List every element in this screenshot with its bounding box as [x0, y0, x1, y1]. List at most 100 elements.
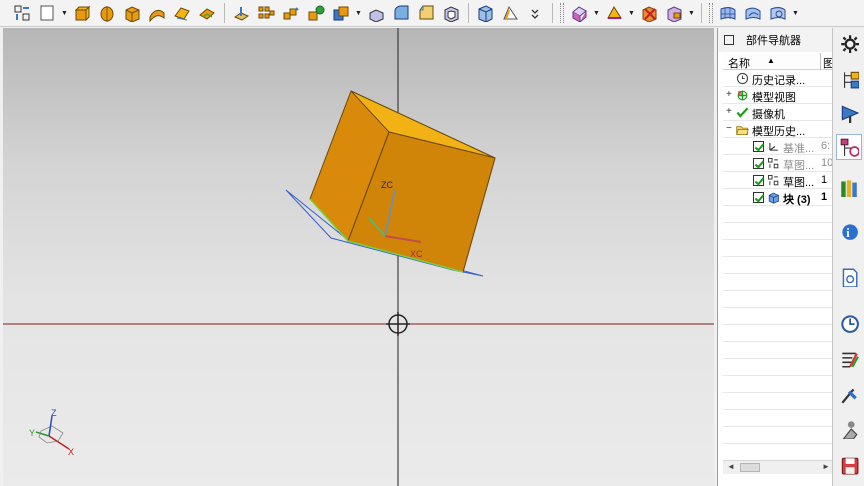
triad-y-label: Y [29, 428, 35, 438]
empty-row [723, 274, 833, 291]
draft-icon[interactable] [498, 2, 522, 24]
scroll-left-icon[interactable]: ◄ [727, 462, 735, 471]
sketch-feature-icon [767, 157, 780, 170]
surface-grid-icon[interactable] [716, 2, 740, 24]
collapse-icon[interactable]: − [726, 123, 732, 134]
scrollbar-thumb[interactable] [740, 463, 760, 472]
datum-plane-icon[interactable] [229, 2, 253, 24]
navigator-title-bar: 部件导航器 [718, 28, 832, 52]
assembly-navigator-icon[interactable] [836, 66, 862, 92]
tree-row[interactable]: − 模型历史... [723, 121, 833, 138]
tree-row[interactable]: 块 (3) 1 [723, 189, 833, 206]
snap-crosshair-icon [386, 312, 410, 336]
chamfer-icon[interactable] [414, 2, 438, 24]
dropdown-arrow-icon[interactable]: ▼ [354, 2, 363, 24]
array-icon[interactable] [279, 2, 303, 24]
visibility-checkbox[interactable] [753, 141, 764, 152]
toolbar-separator [552, 3, 553, 23]
resource-bar: i [832, 28, 864, 486]
extrude-icon[interactable] [70, 2, 94, 24]
dropdown-arrow-icon[interactable]: ▼ [592, 2, 601, 24]
tree-row-label: 草图... [783, 177, 815, 189]
visibility-checkbox[interactable] [753, 192, 764, 203]
unite-icon[interactable] [329, 2, 353, 24]
gear-icon[interactable] [836, 30, 862, 56]
tree-row-label: 摄像机 [752, 109, 785, 121]
internet-explorer-icon[interactable]: i [836, 218, 862, 244]
model-scene[interactable]: ZC XC Z X Y [3, 28, 714, 486]
save-icon[interactable] [836, 452, 862, 478]
visualization-icon[interactable] [836, 346, 862, 372]
new-file-icon[interactable] [35, 2, 59, 24]
dropdown-arrow-icon[interactable]: ▼ [791, 2, 800, 24]
main-toolbar: ▼ ▼ ▼ ▼ ▼ ▼ [0, 0, 864, 27]
move-object-icon[interactable] [637, 2, 661, 24]
surface-flow-icon[interactable] [741, 2, 765, 24]
tree-row-value: 1 [821, 191, 828, 203]
shell-icon[interactable] [439, 2, 463, 24]
reuse-library-icon[interactable] [836, 174, 862, 200]
tree-row[interactable]: 基准... 6: [723, 138, 833, 155]
document-icon[interactable] [836, 264, 862, 290]
pattern-icon[interactable] [254, 2, 278, 24]
edit-feature-icon[interactable] [602, 2, 626, 24]
empty-row [723, 240, 833, 257]
view-triad: Z X Y [29, 408, 74, 457]
xc-label: XC [410, 249, 423, 259]
tree-row[interactable]: + 摄像机 [723, 104, 833, 121]
mesh-icon[interactable] [567, 2, 591, 24]
horizontal-scrollbar[interactable]: ◄ ► [723, 460, 833, 474]
visibility-checkbox[interactable] [753, 158, 764, 169]
thicken-icon[interactable] [195, 2, 219, 24]
toolbar-grip[interactable] [709, 3, 713, 23]
dropdown-arrow-icon[interactable]: ▼ [687, 2, 696, 24]
tree-row-label: 草图... [783, 160, 815, 172]
surface-icon[interactable] [170, 2, 194, 24]
roles-icon[interactable] [836, 416, 862, 442]
edge-blend-icon[interactable] [389, 2, 413, 24]
block-feature-icon [767, 191, 780, 204]
scroll-right-icon[interactable]: ► [822, 462, 830, 471]
replace-face-icon[interactable] [662, 2, 686, 24]
offset-face-icon[interactable] [473, 2, 497, 24]
expand-icon[interactable]: + [726, 89, 732, 100]
constraint-navigator-icon[interactable] [836, 100, 862, 126]
block-icon[interactable] [120, 2, 144, 24]
window-icon[interactable] [724, 35, 734, 45]
triad-x-label: X [68, 447, 74, 457]
boolean-icon[interactable] [304, 2, 328, 24]
dropdown-arrow-icon[interactable]: ▼ [627, 2, 636, 24]
clock-icon [736, 72, 749, 85]
chevron-more-icon[interactable] [523, 2, 547, 24]
sketch-icon[interactable] [10, 2, 34, 24]
part-navigator: 部件导航器 名称 ▲ 图 历史记录... + 模型视图 + 摄像机 − 模型历史... 基准.… [717, 28, 834, 486]
tree-row-label: 块 (3) [783, 194, 811, 206]
trim-body-icon[interactable] [364, 2, 388, 24]
toolbar-separator [468, 3, 469, 23]
sort-arrow-icon[interactable]: ▲ [767, 56, 775, 65]
navigator-column-header[interactable]: 名称 ▲ 图 [723, 53, 834, 71]
dropdown-arrow-icon[interactable]: ▼ [60, 2, 69, 24]
sweep-icon[interactable] [145, 2, 169, 24]
column-name-header[interactable]: 名称 [728, 55, 750, 71]
history-icon[interactable] [836, 310, 862, 336]
zc-label: ZC [381, 180, 393, 190]
tree-row[interactable]: + 模型视图 [723, 87, 833, 104]
feature-tree: 历史记录... + 模型视图 + 摄像机 − 模型历史... 基准... 6: 草图... 10 草图… [723, 70, 833, 461]
tree-row[interactable]: 草图... 10 [723, 155, 833, 172]
tree-row-label: 基准... [783, 143, 815, 155]
visibility-checkbox[interactable] [753, 175, 764, 186]
tree-row[interactable]: 历史记录... [723, 70, 833, 87]
expand-icon[interactable]: + [726, 106, 732, 117]
surface-edit-icon[interactable] [766, 2, 790, 24]
graphics-viewport[interactable]: ZC XC Z X Y [3, 28, 714, 486]
camera-check-icon [736, 106, 749, 119]
system-materials-icon[interactable] [836, 382, 862, 408]
toolbar-grip[interactable] [560, 3, 564, 23]
empty-row [723, 223, 833, 240]
tree-row[interactable]: 草图... 1 [723, 172, 833, 189]
navigator-title: 部件导航器 [746, 35, 801, 47]
model-views-icon [736, 89, 749, 102]
part-navigator-icon[interactable] [836, 134, 862, 160]
revolve-icon[interactable] [95, 2, 119, 24]
